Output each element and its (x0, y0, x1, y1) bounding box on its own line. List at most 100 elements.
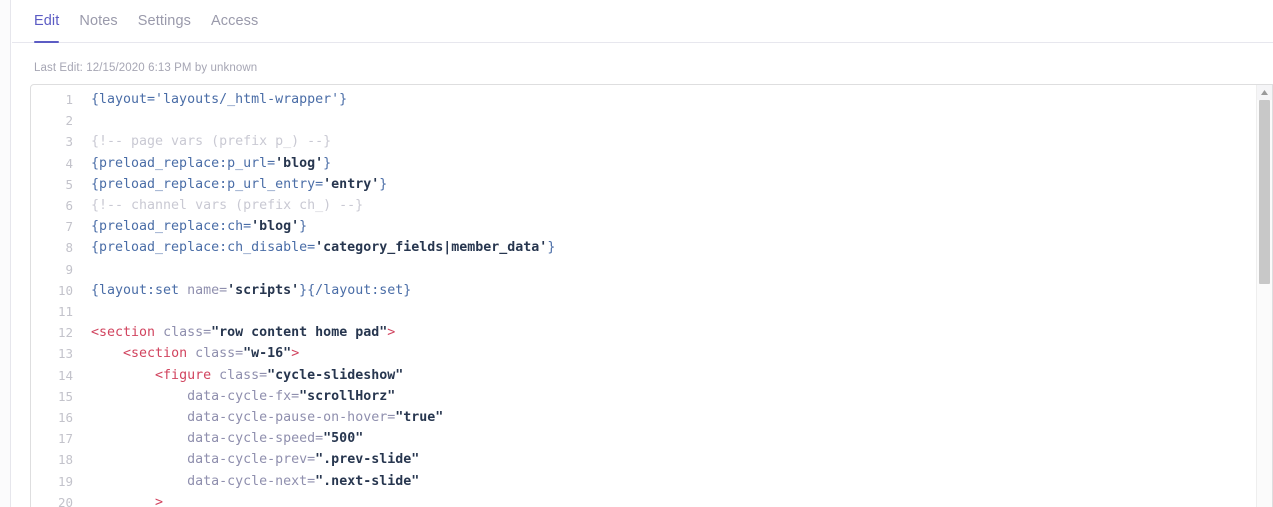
line-number: 11 (57, 304, 73, 320)
line-number: 17 (57, 431, 73, 447)
line-number: 18 (57, 452, 73, 468)
line-number: 12 (57, 325, 73, 341)
token-val: ".prev-slide" (315, 452, 420, 468)
code-line: 20 > (31, 492, 1256, 507)
code-line: 10 {layout:set name='scripts'}{/layout:se… (31, 280, 1256, 301)
line-content[interactable] (83, 301, 1256, 322)
line-content[interactable]: {layout:set name='scripts'}{/layout:set} (83, 280, 1256, 301)
token-ee: {layout:set (91, 282, 188, 298)
token-ee: }{/layout:set} (299, 282, 412, 298)
code-line: 3 {!-- page vars (prefix p_) --} (31, 131, 1256, 152)
token-tag: <section (123, 346, 196, 362)
token-tag: > (155, 494, 164, 507)
line-content[interactable]: <figure class="cycle-slideshow" (83, 365, 1256, 386)
token-comment: {!-- channel vars (prefix ch_) --} (91, 198, 364, 214)
token-eeval: 'blog' (251, 219, 300, 235)
token-attr: class= (163, 325, 212, 341)
token-tag: <figure (155, 367, 220, 383)
line-content[interactable]: {!-- page vars (prefix p_) --} (83, 131, 1256, 152)
token-ee: } (299, 219, 308, 235)
line-content[interactable]: {!-- channel vars (prefix ch_) --} (83, 195, 1256, 216)
token-tag: > (387, 325, 396, 341)
token-eeval: 'category_fields|member_data' (315, 240, 548, 256)
token-comment: {!-- page vars (prefix p_) --} (91, 134, 332, 150)
token-attr: class= (219, 367, 268, 383)
token-val: "row content home pad" (211, 325, 388, 341)
last-edit-label: Last Edit: 12/15/2020 6:13 PM by unknown (34, 62, 258, 74)
token-tag: > (291, 346, 300, 362)
code-line: 11 (31, 301, 1256, 322)
token-val: ".next-slide" (315, 473, 420, 489)
code-editor-viewport[interactable]: 1 {layout='layouts/_html-wrapper'} 2 3 {!--… (31, 85, 1256, 507)
tab-settings[interactable]: Settings (138, 12, 202, 43)
line-content[interactable]: > (83, 492, 1256, 507)
token-ee: } (323, 155, 332, 171)
line-number: 10 (57, 282, 73, 298)
token-ee: {preload_replace:p_url= (91, 155, 276, 171)
line-content[interactable]: data-cycle-pause-on-hover="true" (83, 407, 1256, 428)
line-content[interactable]: {layout='layouts/_html-wrapper'} (83, 89, 1256, 110)
line-content[interactable]: {preload_replace:ch='blog'} (83, 216, 1256, 237)
line-content[interactable]: data-cycle-fx="scrollHorz" (83, 386, 1256, 407)
line-number: 1 (65, 92, 73, 107)
line-number: 3 (65, 134, 73, 150)
line-content[interactable]: {preload_replace:p_url_entry='entry'} (83, 174, 1256, 195)
tab-access[interactable]: Access (211, 12, 269, 43)
token-attr: data-cycle-fx= (187, 388, 300, 404)
line-content[interactable] (83, 259, 1256, 280)
line-content[interactable]: data-cycle-next=".next-slide" (83, 471, 1256, 492)
line-number: 9 (65, 261, 73, 277)
page-content: Edit Notes Settings Access Last Edit: 12/15… (12, 0, 1273, 507)
token-attr: data-cycle-prev= (187, 452, 316, 468)
line-content[interactable]: {preload_replace:p_url='blog'} (83, 153, 1256, 174)
scrollbar-track[interactable] (1257, 100, 1272, 507)
token-ee: } (547, 240, 556, 256)
code-line: 8 {preload_replace:ch_disable='category_f… (31, 237, 1256, 258)
tab-bar: Edit Notes Settings Access (12, 0, 1273, 43)
editor-vertical-scrollbar[interactable] (1256, 85, 1272, 507)
token-attr: class= (195, 346, 244, 362)
tab-edit[interactable]: Edit (34, 12, 70, 43)
line-content[interactable]: <section class="w-16"> (83, 343, 1256, 364)
scrollbar-thumb[interactable] (1259, 100, 1270, 284)
line-number: 7 (65, 219, 73, 235)
line-number: 4 (65, 155, 73, 171)
code-line: 15 data-cycle-fx="scrollHorz" (31, 386, 1256, 407)
line-content[interactable]: data-cycle-prev=".prev-slide" (83, 449, 1256, 470)
code-line: 4 {preload_replace:p_url='blog'} (31, 153, 1256, 174)
scroll-up-arrow-icon[interactable] (1257, 85, 1272, 100)
line-number: 13 (57, 346, 73, 362)
token-ee: {layout='layouts/_html-wrapper'} (91, 92, 348, 107)
line-number: 19 (57, 473, 73, 489)
line-number: 8 (65, 240, 73, 256)
code-editor[interactable]: 1 {layout='layouts/_html-wrapper'} 2 3 {!--… (30, 84, 1273, 507)
line-number: 6 (65, 198, 73, 214)
token-eeval: 'entry' (323, 176, 380, 192)
code-line: 18 data-cycle-prev=".prev-slide" (31, 449, 1256, 470)
code-line: 6 {!-- channel vars (prefix ch_) --} (31, 195, 1256, 216)
code-line: 12 <section class="row content home pad"> (31, 322, 1256, 343)
line-content[interactable] (83, 110, 1256, 131)
code-lines-table: 1 {layout='layouts/_html-wrapper'} 2 3 {!--… (31, 89, 1256, 507)
line-content[interactable]: <section class="row content home pad"> (83, 322, 1256, 343)
code-line: 7 {preload_replace:ch='blog'} (31, 216, 1256, 237)
line-number: 15 (57, 388, 73, 404)
tab-notes[interactable]: Notes (79, 12, 128, 43)
code-line: 1 {layout='layouts/_html-wrapper'} (31, 89, 1256, 110)
line-content[interactable]: data-cycle-speed="500" (83, 428, 1256, 449)
line-number: 2 (65, 113, 73, 129)
token-val: "w-16" (243, 346, 292, 362)
tab-list: Edit Notes Settings Access (34, 12, 278, 43)
token-eeval: 'scripts' (227, 282, 300, 298)
token-val: "cycle-slideshow" (267, 367, 404, 383)
token-ee: {preload_replace:ch= (91, 219, 252, 235)
line-content[interactable]: {preload_replace:ch_disable='category_fi… (83, 237, 1256, 258)
